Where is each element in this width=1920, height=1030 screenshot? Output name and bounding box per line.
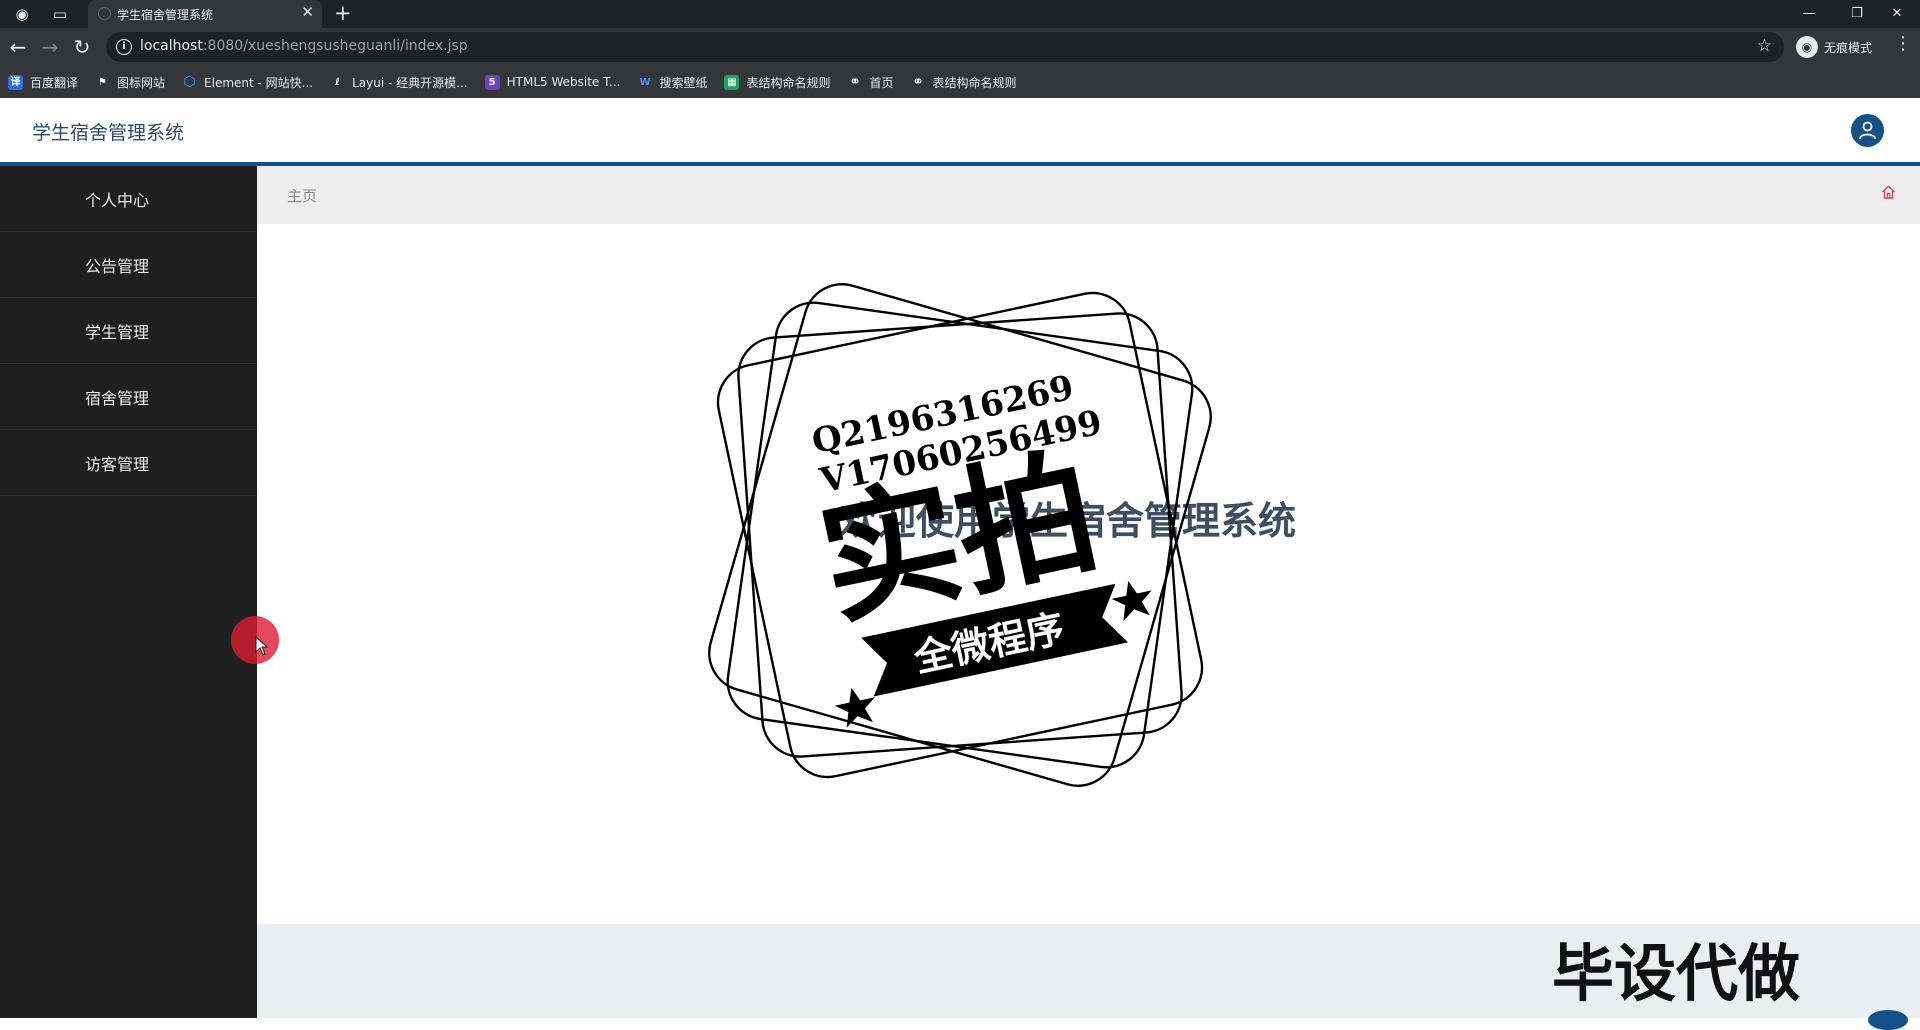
user-avatar[interactable] bbox=[1851, 114, 1884, 147]
back-icon[interactable]: ← bbox=[4, 33, 32, 61]
app-header: 学生宿舍管理系统 bbox=[0, 98, 1920, 162]
sidebar: 个人中心 公告管理 学生管理 宿舍管理 访客管理 bbox=[0, 166, 257, 1018]
tab-title: 学生宿舍管理系统 bbox=[117, 8, 214, 22]
globe-icon: ⚭ bbox=[912, 73, 924, 90]
address-bar[interactable]: i localhost:8080/xueshengsusheguanli/ind… bbox=[106, 32, 1784, 62]
bookmark-item[interactable]: 5 HTML5 Website T... bbox=[484, 74, 620, 90]
globe-icon: ⚭ bbox=[849, 73, 861, 90]
wallpaper-icon: W bbox=[639, 76, 651, 88]
baidu-translate-icon: 译 bbox=[8, 74, 23, 90]
sidebar-item-label: 宿舍管理 bbox=[85, 388, 150, 408]
user-icon bbox=[1859, 121, 1876, 140]
minimize-icon[interactable]: — bbox=[1786, 0, 1832, 28]
footer-band bbox=[257, 924, 1920, 1018]
flag-icon: ⚑ bbox=[98, 76, 107, 88]
bookmark-item[interactable]: ⚭ 表结构命名规则 bbox=[911, 73, 1016, 91]
new-tab-icon[interactable]: + bbox=[334, 1, 352, 25]
sidebar-item-label: 个人中心 bbox=[85, 190, 150, 210]
sidebar-item-dorms[interactable]: 宿舍管理 bbox=[0, 364, 257, 430]
bookmark-item[interactable]: 译百度翻译 bbox=[8, 74, 78, 91]
bookmark-item[interactable]: ⬡ Element - 网站快... bbox=[182, 74, 313, 91]
url-text[interactable]: localhost:8080/xueshengsusheguanli/index… bbox=[140, 38, 468, 54]
welcome-message: 欢迎使用学生宿舍管理系统 bbox=[840, 499, 1297, 543]
element-icon: ⬡ bbox=[183, 73, 196, 90]
browser-tab-bar: ◉ ▭ 学生宿舍管理系统 ✕ + — ❐ ✕ bbox=[0, 0, 1920, 28]
sidebar-item-label: 学生管理 bbox=[85, 322, 150, 342]
sidebar-item-visitors[interactable]: 访客管理 bbox=[0, 430, 257, 496]
home-icon[interactable] bbox=[1881, 184, 1896, 203]
html5-icon: 5 bbox=[484, 74, 500, 90]
layui-icon: ℓ bbox=[335, 76, 340, 88]
menu-icon[interactable]: ⋮ bbox=[1894, 33, 1912, 54]
tab-strip-icon[interactable]: ▭ bbox=[48, 3, 72, 25]
app-title: 学生宿舍管理系统 bbox=[32, 122, 185, 144]
incognito-indicator[interactable]: ◉ 无痕模式 bbox=[1796, 33, 1872, 61]
app-root: 学生宿舍管理系统 个人中心 公告管理 学生管理 宿舍管理 访客管理 主页 欢迎使… bbox=[0, 98, 1920, 1018]
info-icon[interactable]: i bbox=[116, 39, 132, 55]
bookmark-item[interactable]: ℓ Layui - 经典开源模... bbox=[330, 74, 467, 91]
browser-tab-active[interactable]: 学生宿舍管理系统 ✕ bbox=[88, 0, 322, 28]
bookmark-item[interactable]: ▦ 表结构命名规则 bbox=[724, 74, 830, 91]
sidebar-item-label: 访客管理 bbox=[85, 454, 150, 474]
sidebar-item-students[interactable]: 学生管理 bbox=[0, 298, 257, 364]
browser-toolbar: ← → ↻ i localhost:8080/xueshengsusheguan… bbox=[0, 28, 1920, 66]
incognito-icon: ◉ bbox=[1796, 36, 1818, 58]
loading-icon bbox=[98, 7, 111, 20]
bookmark-item[interactable]: ⚑ 图标网站 bbox=[95, 74, 165, 91]
star-icon[interactable]: ☆ bbox=[1757, 36, 1772, 56]
window-close-icon[interactable]: ✕ bbox=[1874, 0, 1920, 28]
reload-icon[interactable]: ↻ bbox=[68, 33, 96, 61]
breadcrumb: 主页 bbox=[257, 166, 1920, 224]
breadcrumb-home[interactable]: 主页 bbox=[287, 185, 317, 206]
bookmark-item[interactable]: W 搜索壁纸 bbox=[637, 74, 707, 91]
sidebar-item-label: 公告管理 bbox=[85, 256, 150, 276]
sidebar-item-profile[interactable]: 个人中心 bbox=[0, 166, 257, 232]
globe-icon[interactable]: ◉ bbox=[10, 3, 34, 25]
main-content: 欢迎使用学生宿舍管理系统 bbox=[257, 224, 1920, 924]
close-icon[interactable]: ✕ bbox=[301, 3, 314, 21]
bookmark-item[interactable]: ⚭ 首页 bbox=[847, 74, 893, 91]
sidebar-item-notices[interactable]: 公告管理 bbox=[0, 232, 257, 298]
corner-badge[interactable] bbox=[1868, 1010, 1908, 1030]
table-icon: ▦ bbox=[724, 74, 740, 90]
forward-icon[interactable]: → bbox=[36, 33, 64, 61]
bookmarks-bar: 译百度翻译 ⚑ 图标网站 ⬡ Element - 网站快... ℓ Layui - 经… bbox=[0, 66, 1920, 98]
incognito-label: 无痕模式 bbox=[1824, 40, 1873, 55]
cursor-icon bbox=[255, 636, 269, 656]
